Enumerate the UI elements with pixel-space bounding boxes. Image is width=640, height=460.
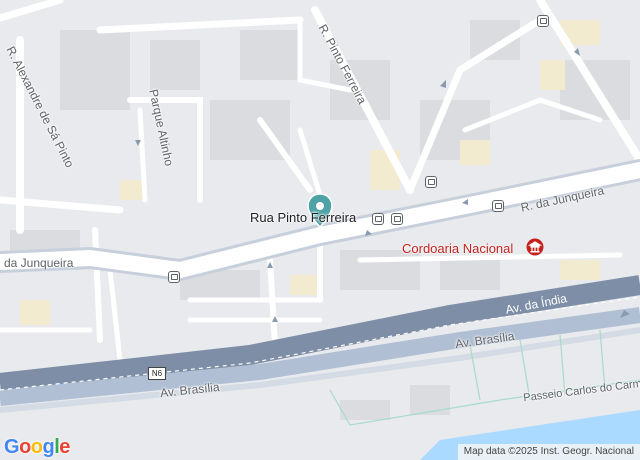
google-logo-letter: g bbox=[42, 436, 55, 458]
route-shield-n6: N6 bbox=[148, 367, 166, 380]
poi-label-cordoaria[interactable]: Cordoaria Nacional bbox=[402, 241, 513, 256]
bus-stop-icon[interactable] bbox=[492, 200, 504, 212]
google-logo-letter: o bbox=[30, 436, 43, 458]
google-logo-letter: G bbox=[4, 436, 20, 458]
google-logo: Google bbox=[4, 436, 70, 459]
museum-icon[interactable] bbox=[526, 238, 544, 256]
bus-stop-icon[interactable] bbox=[372, 213, 384, 225]
map-attribution[interactable]: Map data ©2025 Inst. Geogr. Nacional bbox=[457, 444, 640, 460]
google-logo-letter: e bbox=[59, 436, 70, 458]
pin-label: Rua Pinto Ferreira bbox=[250, 210, 357, 225]
street-label-junqueira-west: da Junqueira bbox=[4, 256, 74, 270]
google-logo-letter: o bbox=[19, 436, 31, 458]
bus-stop-icon[interactable] bbox=[168, 271, 180, 283]
bus-stop-icon[interactable] bbox=[537, 15, 549, 27]
bus-stop-icon[interactable] bbox=[391, 213, 403, 225]
bus-stop-icon[interactable] bbox=[425, 176, 437, 188]
map-canvas[interactable]: R. Pinto Ferreira R. Alexandre de Sá Pin… bbox=[0, 0, 640, 460]
